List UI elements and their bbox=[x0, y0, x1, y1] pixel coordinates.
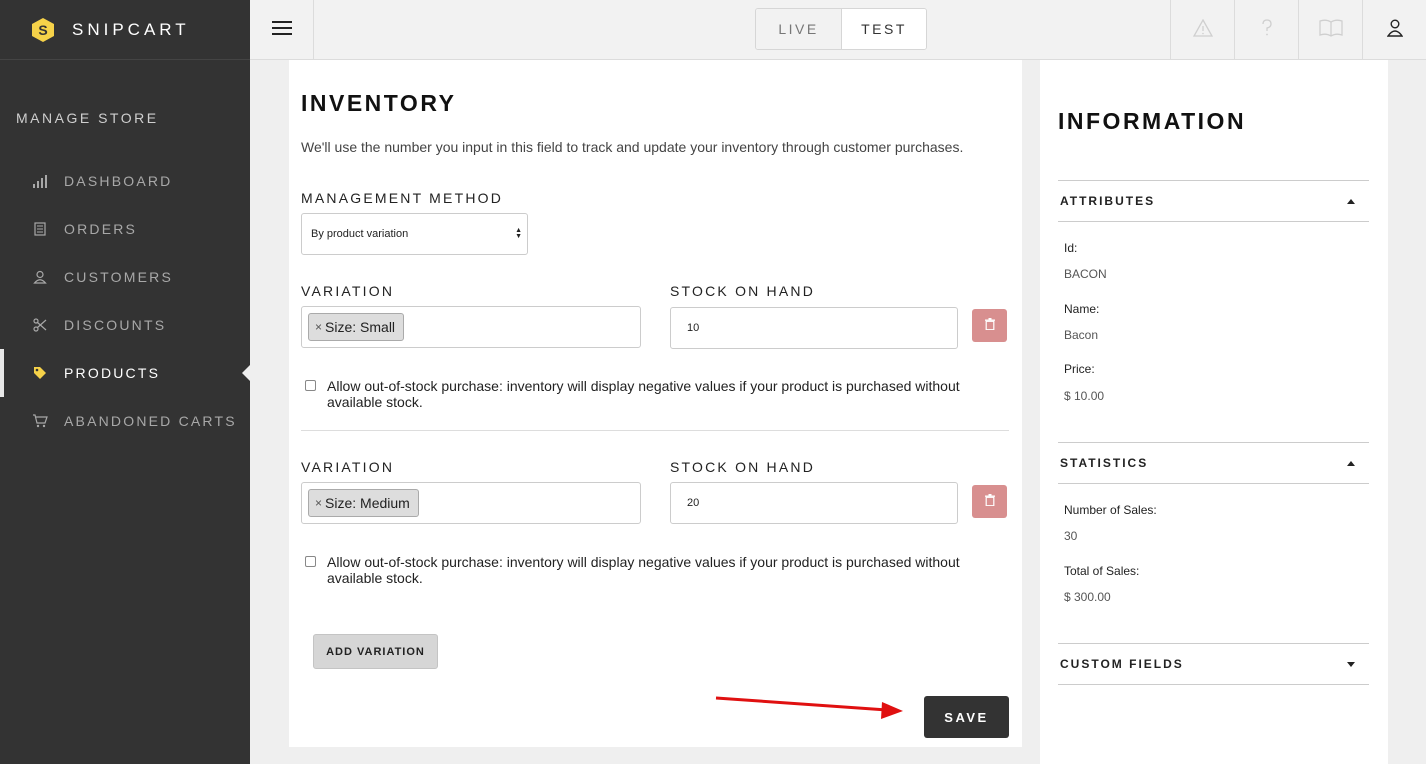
sidebar-item-label: DISCOUNTS bbox=[64, 317, 167, 333]
inventory-card: INVENTORY We'll use the number you input… bbox=[289, 60, 1022, 747]
variation-tag: × Size: Medium bbox=[308, 489, 419, 517]
allow-out-of-stock-checkbox[interactable] bbox=[305, 380, 316, 391]
sidebar-item-customers[interactable]: CUSTOMERS bbox=[0, 253, 250, 301]
trash-icon bbox=[984, 317, 995, 335]
delete-variation-button[interactable] bbox=[972, 485, 1007, 518]
docs-book-icon bbox=[1318, 19, 1343, 42]
topbar: LIVE TEST bbox=[250, 0, 1426, 60]
price-value: $ 10.00 bbox=[1064, 389, 1105, 403]
custom-fields-section-toggle[interactable]: CUSTOM FIELDS bbox=[1058, 643, 1369, 685]
number-of-sales-value: 30 bbox=[1064, 529, 1078, 543]
mode-test-button[interactable]: TEST bbox=[841, 9, 926, 49]
sidebar-item-orders[interactable]: ORDERS bbox=[0, 205, 250, 253]
select-arrows-icon: ▲ ▼ bbox=[515, 227, 522, 240]
sidebar-item-abandoned-carts[interactable]: ABANDONED CARTS bbox=[0, 397, 250, 445]
add-variation-button[interactable]: ADD VARIATION bbox=[313, 634, 438, 669]
sidebar-item-label: ABANDONED CARTS bbox=[64, 413, 237, 429]
bar-chart-icon bbox=[32, 173, 48, 189]
sidebar-item-products[interactable]: PRODUCTS bbox=[0, 349, 250, 397]
trash-icon bbox=[984, 493, 995, 511]
inventory-title: INVENTORY bbox=[301, 90, 457, 116]
inventory-description: We'll use the number you input in this f… bbox=[301, 139, 964, 155]
warning-button[interactable] bbox=[1170, 0, 1234, 60]
docs-button[interactable] bbox=[1298, 0, 1362, 60]
information-panel: INFORMATION ATTRIBUTES Id: BACON Name: B… bbox=[1040, 60, 1388, 764]
hamburger-icon bbox=[271, 20, 292, 41]
sidebar-item-label: PRODUCTS bbox=[64, 365, 161, 381]
caret-up-icon bbox=[1347, 199, 1355, 204]
tag-icon bbox=[32, 365, 48, 381]
name-label: Name: bbox=[1064, 302, 1100, 316]
variation-label: VARIATION bbox=[301, 283, 395, 299]
delete-variation-button[interactable] bbox=[972, 309, 1007, 342]
price-label: Price: bbox=[1064, 362, 1095, 376]
id-value: BACON bbox=[1064, 267, 1107, 281]
statistics-section-toggle[interactable]: STATISTICS bbox=[1058, 442, 1369, 484]
custom-fields-heading: CUSTOM FIELDS bbox=[1060, 657, 1184, 671]
total-of-sales-value: $ 300.00 bbox=[1064, 590, 1111, 604]
stock-label: STOCK ON HAND bbox=[670, 459, 816, 475]
warning-icon bbox=[1192, 18, 1213, 42]
variation-tag-label: Size: Medium bbox=[325, 495, 410, 511]
environment-switch: LIVE TEST bbox=[755, 8, 927, 50]
stock-input[interactable]: 10 bbox=[670, 307, 958, 349]
stock-input[interactable]: 20 bbox=[670, 482, 958, 524]
remove-tag-icon[interactable]: × bbox=[315, 320, 322, 334]
account-icon bbox=[1386, 19, 1403, 42]
allow-out-of-stock-label: Allow out-of-stock purchase: inventory w… bbox=[327, 554, 960, 586]
variation-select[interactable]: × Size: Small bbox=[301, 306, 641, 348]
id-label: Id: bbox=[1064, 241, 1078, 255]
total-of-sales-label: Total of Sales: bbox=[1064, 564, 1140, 578]
management-method-value: By product variation bbox=[311, 228, 409, 240]
receipt-icon bbox=[32, 221, 48, 237]
variation-divider bbox=[301, 430, 1009, 431]
attributes-section-toggle[interactable]: ATTRIBUTES bbox=[1058, 180, 1369, 222]
snipcart-logo-icon: S bbox=[30, 17, 56, 43]
sidebar-item-label: CUSTOMERS bbox=[64, 269, 173, 285]
variation-tag: × Size: Small bbox=[308, 313, 405, 341]
statistics-heading: STATISTICS bbox=[1060, 456, 1149, 470]
sidebar-item-label: DASHBOARD bbox=[64, 173, 173, 189]
menu-toggle-button[interactable] bbox=[250, 0, 314, 60]
allow-out-of-stock-label: Allow out-of-stock purchase: inventory w… bbox=[327, 378, 960, 410]
management-method-select[interactable]: By product variation ▲ ▼ bbox=[301, 213, 528, 255]
account-button[interactable] bbox=[1362, 0, 1426, 60]
cart-icon bbox=[32, 413, 48, 429]
person-icon bbox=[32, 269, 48, 285]
stock-label: STOCK ON HAND bbox=[670, 283, 816, 299]
save-button[interactable]: SAVE bbox=[924, 696, 1009, 738]
scissors-icon bbox=[32, 317, 48, 333]
remove-tag-icon[interactable]: × bbox=[315, 496, 322, 510]
information-title: INFORMATION bbox=[1058, 108, 1247, 134]
allow-out-of-stock-checkbox[interactable] bbox=[305, 556, 316, 567]
management-method-label: MANAGEMENT METHOD bbox=[301, 190, 504, 206]
number-of-sales-label: Number of Sales: bbox=[1064, 503, 1157, 517]
variation-label: VARIATION bbox=[301, 459, 395, 475]
help-icon bbox=[1261, 18, 1273, 42]
sidebar-item-discounts[interactable]: DISCOUNTS bbox=[0, 301, 250, 349]
caret-up-icon bbox=[1347, 461, 1355, 466]
mode-live-button[interactable]: LIVE bbox=[756, 9, 841, 49]
help-button[interactable] bbox=[1234, 0, 1298, 60]
brand[interactable]: S SNIPCART bbox=[0, 0, 250, 60]
caret-down-icon bbox=[1347, 662, 1355, 667]
name-value: Bacon bbox=[1064, 328, 1099, 342]
topbar-icons bbox=[1170, 0, 1426, 60]
manage-store-label: MANAGE STORE bbox=[16, 110, 159, 126]
sidebar-nav: DASHBOARD ORDERS CUSTOMERS DISCOUNTS PRO… bbox=[0, 157, 250, 445]
sidebar: S SNIPCART MANAGE STORE DASHBOARD ORDERS… bbox=[0, 0, 250, 764]
variation-select[interactable]: × Size: Medium bbox=[301, 482, 641, 524]
annotation-arrow-icon bbox=[715, 696, 903, 719]
brand-name: SNIPCART bbox=[72, 19, 190, 39]
sidebar-item-label: ORDERS bbox=[64, 221, 138, 237]
attributes-heading: ATTRIBUTES bbox=[1060, 194, 1156, 208]
variation-tag-label: Size: Small bbox=[325, 319, 396, 335]
sidebar-item-dashboard[interactable]: DASHBOARD bbox=[0, 157, 250, 205]
svg-text:S: S bbox=[38, 22, 47, 38]
